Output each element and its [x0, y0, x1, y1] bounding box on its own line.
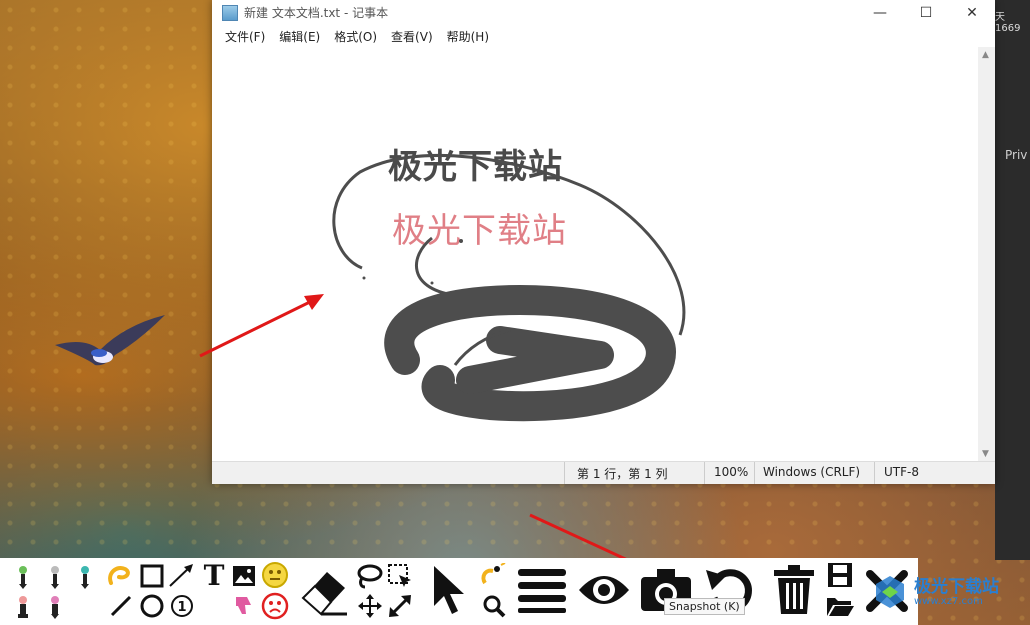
counter-icon[interactable]: 1: [168, 592, 196, 620]
highlighter-magenta-icon[interactable]: [44, 594, 66, 620]
line-tool-icon[interactable]: [108, 592, 134, 620]
watermark-text: 极光下载站: [914, 576, 999, 597]
watermark-logo-icon: [876, 576, 904, 608]
select-box-icon[interactable]: [386, 562, 414, 590]
circle-icon[interactable]: [138, 592, 166, 620]
zoom-icon[interactable]: [480, 592, 508, 620]
pen-gray-icon[interactable]: [44, 564, 66, 590]
drawing-toolbar: 1 T: [0, 558, 918, 625]
annotation-overlay: [199, 153, 686, 573]
snapshot-tooltip: Snapshot (K): [664, 598, 745, 615]
menu-lines-icon[interactable]: [514, 562, 570, 618]
move-icon[interactable]: [356, 592, 384, 620]
thick-ink-zigzag-stroke: [456, 326, 614, 394]
save-icon[interactable]: [824, 560, 856, 590]
site-watermark: 极光下载站 www.xz7.com: [870, 572, 999, 612]
highlighter-pink-icon[interactable]: [12, 594, 34, 620]
pointer-icon[interactable]: [428, 562, 468, 618]
pen-green-icon[interactable]: [12, 564, 34, 590]
trash-icon[interactable]: [768, 562, 820, 618]
open-folder-icon[interactable]: [824, 592, 856, 620]
eraser-icon[interactable]: [296, 562, 352, 618]
text-icon[interactable]: T: [200, 559, 228, 592]
resize-icon[interactable]: [386, 592, 414, 620]
smile-emoji-icon[interactable]: [260, 560, 290, 590]
eye-icon[interactable]: [576, 562, 632, 618]
pen-teal-icon[interactable]: [74, 564, 96, 590]
image-icon[interactable]: [230, 562, 258, 590]
watermark-url: www.xz7.com: [914, 595, 983, 607]
thumbs-down-icon[interactable]: [230, 592, 258, 620]
sad-emoji-icon[interactable]: [260, 591, 290, 621]
lasso-icon[interactable]: [354, 562, 384, 590]
svg-text:1: 1: [177, 600, 186, 615]
rectangle-icon[interactable]: [138, 562, 166, 590]
lasso-yellow-icon[interactable]: [106, 562, 134, 590]
magic-wand-icon[interactable]: [478, 562, 508, 590]
red-arrow-left: [199, 296, 319, 358]
arrow-line-icon[interactable]: [166, 562, 196, 590]
